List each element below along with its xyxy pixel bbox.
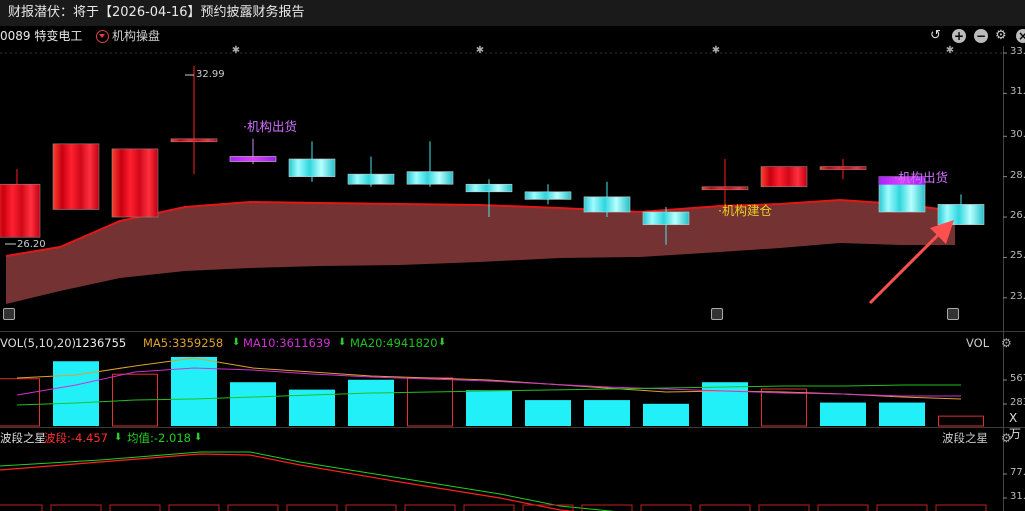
volume-bar bbox=[584, 400, 630, 426]
wave-bar bbox=[935, 504, 987, 511]
panel-separator bbox=[0, 427, 1025, 428]
wave-indicator-name[interactable]: 波段之星 bbox=[0, 430, 46, 446]
arrow-down-icon: ⬇ bbox=[232, 337, 241, 348]
volume-bar bbox=[643, 403, 689, 426]
wave-value: 波段:-4.457 bbox=[44, 431, 108, 445]
wave-tick-lower: 31. bbox=[1010, 491, 1025, 502]
candle-body bbox=[583, 196, 631, 213]
volume-bar bbox=[761, 388, 807, 427]
wave-bar bbox=[168, 504, 220, 511]
wave-bar bbox=[758, 504, 810, 511]
volume-tick-upper: 567 bbox=[1010, 373, 1025, 384]
volume-value: 1236755 bbox=[75, 336, 127, 350]
price-axis-tick: 30. bbox=[1010, 129, 1025, 141]
volume-bar bbox=[348, 379, 394, 426]
volume-bar bbox=[702, 382, 748, 426]
candle-body bbox=[111, 148, 159, 218]
candle-body bbox=[406, 171, 454, 185]
wave-bar bbox=[286, 504, 338, 511]
marker-asterisk: ✱ bbox=[712, 45, 720, 56]
settings-gear-icon[interactable]: ⚙ bbox=[1001, 431, 1012, 445]
wave-panel-right-label: 波段之星 bbox=[942, 431, 988, 445]
candle-body bbox=[642, 211, 690, 225]
volume-ma20: MA20:4941820 bbox=[350, 336, 438, 350]
wave-bar bbox=[817, 504, 869, 511]
volume-bar bbox=[407, 377, 453, 427]
arrow-down-icon: ⬇ bbox=[194, 432, 203, 443]
wave-bar bbox=[50, 504, 102, 511]
volume-ma10: MA10:3611639 bbox=[243, 336, 331, 350]
candle-body bbox=[465, 183, 513, 193]
volume-ma5: MA5:3359258 bbox=[143, 336, 224, 350]
wave-panel-header: 波段之星 波段:-4.457 ⬇ 均值:-2.018 ⬇ 波段之星 ⚙ bbox=[0, 430, 1025, 446]
signal-distribution-2: ·机构出货 bbox=[894, 170, 948, 185]
volume-indicator-name[interactable]: VOL(5,10,20) bbox=[0, 335, 76, 351]
wave-tick-upper: 77. bbox=[1010, 467, 1025, 478]
marker-asterisk: ✱ bbox=[232, 45, 240, 56]
candle-body bbox=[288, 158, 336, 177]
candle-body bbox=[760, 166, 808, 188]
signal-build-position: ·机构建仓 bbox=[718, 203, 772, 218]
wave-bar bbox=[227, 504, 279, 511]
wave-bar bbox=[0, 504, 43, 511]
price-axis-tick: 28. bbox=[1010, 169, 1025, 181]
marker-asterisk: ✱ bbox=[946, 45, 954, 56]
low-price-label: 26.20 bbox=[17, 239, 46, 250]
settings-gear-icon[interactable]: ⚙ bbox=[1001, 336, 1012, 350]
candle-body bbox=[229, 156, 277, 162]
wave-bar bbox=[581, 504, 633, 511]
candle-body bbox=[170, 138, 218, 143]
price-axis-tick: 33. bbox=[1010, 46, 1025, 57]
volume-bar bbox=[938, 415, 984, 427]
wave-bar bbox=[876, 504, 928, 511]
candle-body bbox=[524, 191, 572, 200]
event-flag-icon[interactable] bbox=[3, 308, 15, 320]
volume-bar bbox=[171, 356, 217, 426]
candle-body bbox=[52, 143, 100, 210]
volume-bar bbox=[525, 400, 571, 426]
volume-tick-lower: 283 bbox=[1010, 397, 1025, 408]
arrow-down-icon: ⬇ bbox=[438, 337, 447, 348]
wave-bar bbox=[404, 504, 456, 511]
wave-bar bbox=[640, 504, 692, 511]
wave-mean-value: 均值:-2.018 bbox=[127, 431, 191, 445]
volume-bar bbox=[53, 361, 99, 426]
event-flag-icon[interactable] bbox=[947, 308, 959, 320]
candle-body bbox=[0, 183, 41, 238]
volume-panel-header: VOL(5,10,20) 1236755 MA5:3359258 ⬇ MA10:… bbox=[0, 335, 1025, 351]
event-flag-icon[interactable] bbox=[711, 308, 723, 320]
signal-distribution-1: ·机构出货 bbox=[243, 119, 297, 134]
candle-body bbox=[701, 186, 749, 191]
wave-bar bbox=[699, 504, 751, 511]
candle-body bbox=[347, 173, 395, 185]
high-price-label: 32.99 bbox=[196, 69, 225, 80]
price-axis-tick: 25. bbox=[1010, 250, 1025, 262]
volume-bar bbox=[466, 390, 512, 426]
volume-bar bbox=[820, 402, 866, 426]
arrow-down-icon: ⬇ bbox=[114, 432, 123, 443]
candle-body bbox=[819, 166, 867, 170]
wave-bar bbox=[109, 504, 161, 511]
wave-bar bbox=[345, 504, 397, 511]
volume-panel-right-label: VOL bbox=[966, 336, 990, 350]
price-axis-tick: 23. bbox=[1010, 290, 1025, 302]
price-axis-tick: 31. bbox=[1010, 86, 1025, 98]
volume-bar bbox=[0, 378, 40, 427]
arrow-down-icon: ⬇ bbox=[338, 337, 347, 348]
price-axis-tick: 26. bbox=[1010, 210, 1025, 222]
marker-asterisk: ✱ bbox=[476, 45, 484, 56]
wave-mean-line bbox=[0, 451, 616, 511]
volume-bar bbox=[230, 382, 276, 426]
candle-body bbox=[937, 204, 985, 225]
panel-separator bbox=[0, 331, 1025, 332]
volume-bar bbox=[879, 402, 925, 426]
wave-bar bbox=[463, 504, 515, 511]
